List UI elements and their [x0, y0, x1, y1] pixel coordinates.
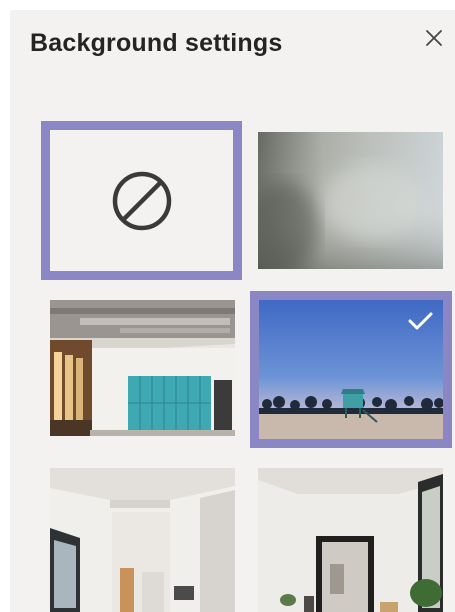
blur-background-thumbnail: [258, 132, 443, 269]
close-button[interactable]: [420, 24, 448, 52]
background-option-none[interactable]: [41, 121, 242, 280]
background-option-bright-room[interactable]: [50, 468, 235, 612]
close-icon: [426, 30, 442, 46]
background-option-blur[interactable]: [258, 132, 443, 269]
background-option-office[interactable]: [50, 300, 235, 436]
mirror-room-thumbnail: [258, 468, 443, 612]
no-background-tile: [50, 130, 233, 271]
background-settings-panel: Background settings: [10, 10, 455, 612]
bright-room-thumbnail: [50, 468, 235, 612]
checkmark-icon: [408, 312, 433, 330]
panel-title: Background settings: [30, 29, 283, 57]
office-lockers-thumbnail: [50, 300, 235, 436]
background-option-beach[interactable]: [250, 291, 452, 448]
no-background-icon: [112, 171, 171, 230]
background-option-mirror-room[interactable]: [258, 468, 443, 612]
